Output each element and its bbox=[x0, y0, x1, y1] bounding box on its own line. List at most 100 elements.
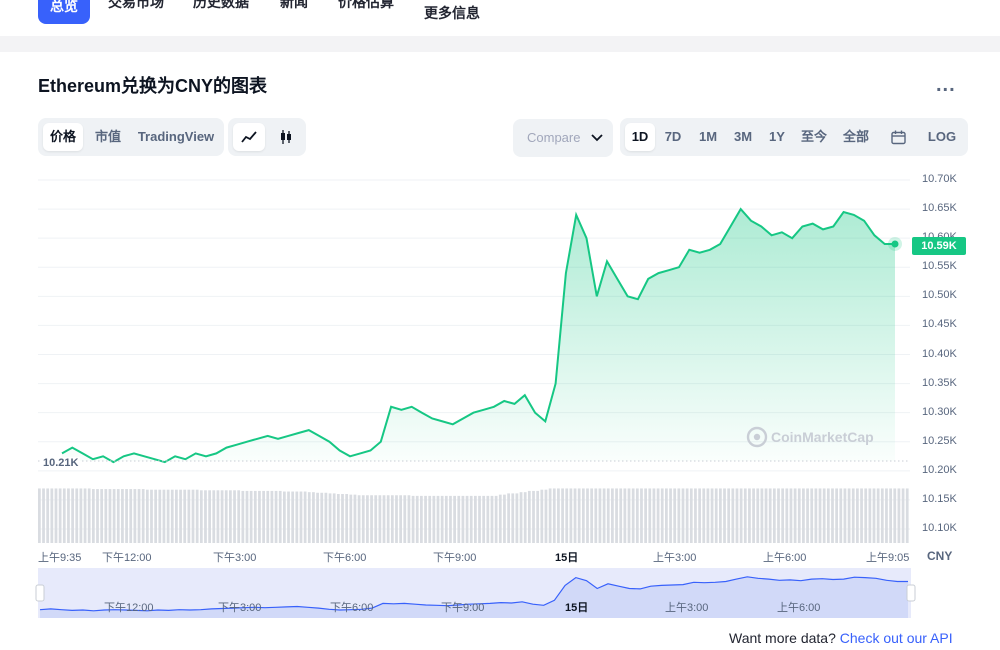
navigator-left-handle[interactable] bbox=[35, 584, 45, 602]
range-1d[interactable]: 1D bbox=[625, 123, 655, 151]
volume-bar bbox=[706, 488, 710, 543]
start-price-label: 10.21K bbox=[41, 457, 81, 469]
volume-bar bbox=[141, 489, 145, 543]
volume-bar bbox=[436, 495, 440, 543]
y-tick-label: 10.70K bbox=[922, 173, 957, 185]
range-ytd[interactable]: 至今 bbox=[797, 123, 831, 151]
volume-bar bbox=[175, 489, 178, 543]
tab-price-estimate[interactable]: 价格估算 bbox=[338, 0, 394, 12]
tab-historical-data[interactable]: 历史数据 bbox=[193, 0, 249, 12]
range-3m[interactable]: 3M bbox=[729, 123, 757, 151]
volume-bar bbox=[897, 488, 901, 543]
volume-bar bbox=[449, 495, 452, 543]
volume-bar bbox=[428, 495, 432, 543]
range-all[interactable]: 全部 bbox=[838, 123, 874, 151]
range-1y[interactable]: 1Y bbox=[765, 123, 789, 151]
y-tick-label: 10.10K bbox=[922, 522, 957, 534]
line-chart-button[interactable] bbox=[233, 123, 265, 151]
volume-bar bbox=[685, 488, 689, 543]
volume-bar bbox=[299, 491, 303, 543]
tab-overview[interactable]: 总览 bbox=[38, 0, 90, 24]
date-picker-button[interactable] bbox=[882, 123, 914, 151]
volume-bar bbox=[46, 488, 50, 543]
compare-dropdown[interactable]: Compare bbox=[513, 119, 613, 157]
tab-markets[interactable]: 交易市场 bbox=[108, 0, 164, 12]
volume-bar bbox=[274, 490, 278, 543]
navigator-tick-label: 下午9:00 bbox=[441, 602, 485, 614]
volume-bar bbox=[540, 489, 544, 543]
volume-bar bbox=[640, 488, 643, 543]
volume-bar bbox=[503, 494, 506, 543]
volume-bar bbox=[38, 488, 41, 543]
api-link[interactable]: Check out our API bbox=[840, 630, 953, 646]
volume-bar bbox=[519, 492, 523, 543]
more-options-button[interactable]: ... bbox=[936, 74, 956, 97]
y-tick-label: 10.25K bbox=[922, 434, 957, 447]
x-tick-label: 下午3:00 bbox=[213, 552, 257, 564]
volume-bar bbox=[50, 488, 54, 543]
volume-bar bbox=[856, 488, 859, 543]
y-tick-label: 10.55K bbox=[922, 260, 957, 273]
navigator-tick-label: 下午12:00 bbox=[104, 602, 154, 614]
time-range-group: 1D 7D 1M 3M 1Y 至今 全部 LOG bbox=[620, 118, 968, 156]
candlestick-button[interactable] bbox=[270, 123, 302, 151]
volume-bar bbox=[303, 491, 307, 543]
volume-bar bbox=[893, 488, 897, 543]
tab-more-info[interactable]: 更多信息 bbox=[424, 3, 480, 23]
volume-bar bbox=[552, 488, 556, 543]
volume-bar bbox=[125, 489, 128, 543]
volume-bar bbox=[121, 489, 124, 543]
navigator-tick-label: 15日 bbox=[565, 602, 589, 614]
navigator-tick-label: 下午6:00 bbox=[330, 602, 374, 614]
volume-bar bbox=[440, 495, 444, 543]
chart-style-group bbox=[228, 118, 306, 156]
y-tick-label: 10.35K bbox=[922, 376, 957, 389]
volume-bar bbox=[91, 489, 95, 543]
volume-bar bbox=[287, 491, 290, 543]
candlestick-icon bbox=[281, 130, 291, 144]
volume-bar bbox=[249, 490, 253, 543]
volume-bar bbox=[399, 495, 403, 543]
volume-bar bbox=[465, 495, 469, 543]
chart-title: Ethereum兑换为CNY的图表 bbox=[38, 76, 268, 96]
volume-bar bbox=[312, 492, 315, 543]
range-7d[interactable]: 7D bbox=[660, 123, 686, 151]
volume-bar bbox=[170, 489, 174, 543]
volume-bar bbox=[752, 488, 755, 543]
volume-bar bbox=[307, 492, 311, 543]
volume-bar bbox=[420, 495, 423, 543]
price-line bbox=[61, 207, 895, 464]
y-tick-label: 10.40K bbox=[922, 347, 957, 360]
volume-bar bbox=[229, 490, 232, 543]
volume-bar bbox=[357, 495, 361, 543]
log-scale-toggle[interactable]: LOG bbox=[922, 123, 962, 151]
volume-bar bbox=[507, 493, 510, 543]
navigator-tick-label: 上午6:00 bbox=[777, 602, 821, 614]
volume-bar bbox=[851, 488, 855, 543]
volume-bar bbox=[270, 490, 274, 543]
volume-bar bbox=[660, 488, 664, 543]
volume-bar bbox=[665, 488, 668, 543]
view-tab-group: 价格 市值 TradingView bbox=[38, 118, 224, 156]
tab-news[interactable]: 新闻 bbox=[280, 0, 308, 12]
tab-price[interactable]: 价格 bbox=[43, 123, 83, 151]
volume-bar bbox=[764, 488, 768, 543]
tab-tradingview[interactable]: TradingView bbox=[134, 123, 218, 151]
navigator-tick-label: 上午3:00 bbox=[665, 602, 709, 614]
volume-bar bbox=[731, 488, 735, 543]
navigator-right-handle[interactable] bbox=[906, 584, 916, 602]
range-1m[interactable]: 1M bbox=[694, 123, 722, 151]
volume-bar bbox=[378, 495, 382, 543]
volume-bar bbox=[137, 489, 141, 543]
volume-bar bbox=[108, 489, 112, 543]
volume-bar bbox=[87, 488, 91, 543]
volume-bar bbox=[735, 488, 739, 543]
volume-bar bbox=[324, 492, 328, 543]
tab-market-cap[interactable]: 市值 bbox=[90, 123, 126, 151]
volume-bar bbox=[474, 495, 477, 543]
volume-bar bbox=[341, 494, 344, 543]
volume-bar bbox=[133, 489, 137, 543]
volume-bar bbox=[781, 488, 785, 543]
volume-bar bbox=[245, 490, 249, 543]
volume-bar bbox=[145, 489, 149, 543]
